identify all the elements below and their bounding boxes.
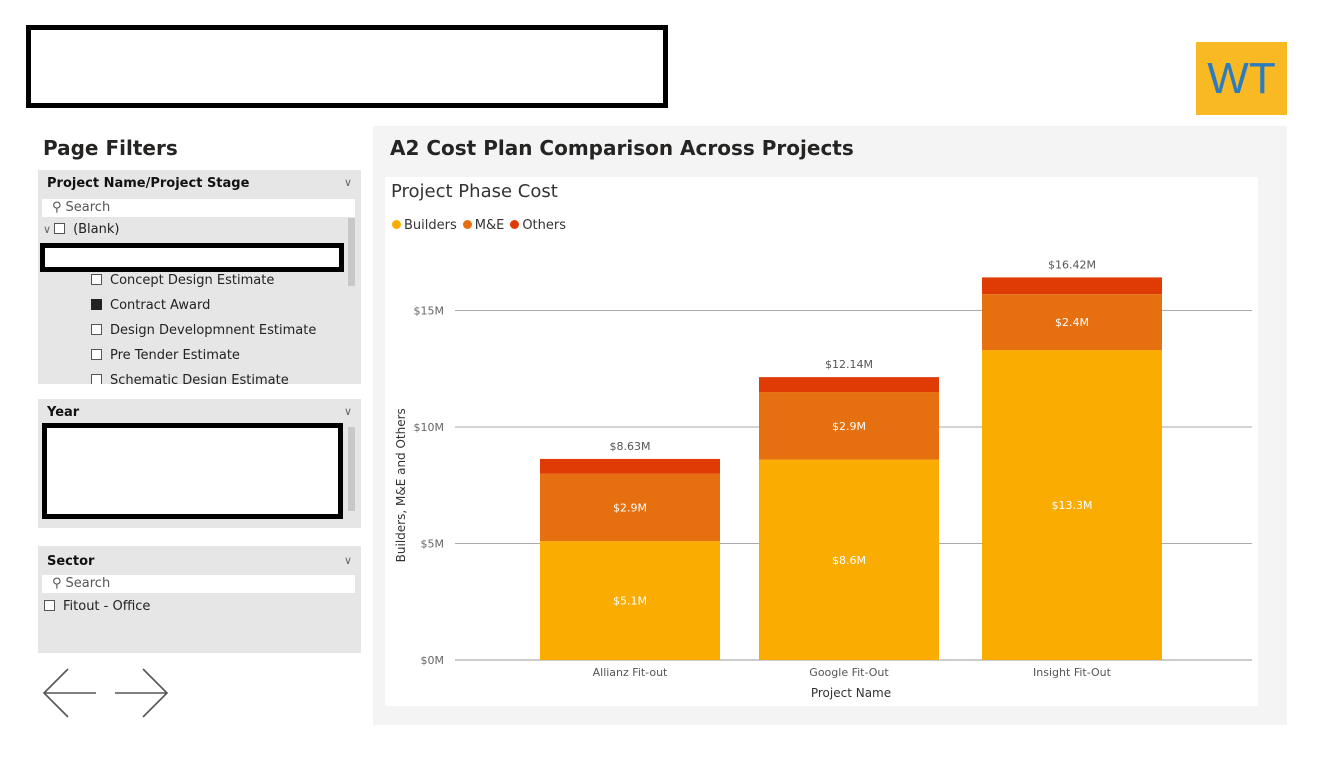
year-slicer-header[interactable]: Year ∨ — [47, 405, 352, 423]
checkbox[interactable] — [91, 374, 102, 384]
option-label: Fitout - Office — [63, 599, 151, 614]
data-label: $13.3M — [1052, 499, 1093, 512]
x-tick-label: Insight Fit-Out — [1033, 666, 1112, 679]
sector-slicer-title: Sector — [47, 554, 95, 569]
chevron-down-icon[interactable]: ∨ — [344, 176, 352, 189]
slicer-option[interactable]: Fitout - Office — [44, 599, 150, 615]
chevron-down-icon[interactable]: ∨ — [43, 223, 51, 236]
bar-segment-others — [759, 377, 939, 393]
y-tick-label: $0M — [421, 654, 445, 667]
year-slicer: Year ∨ — [38, 399, 361, 528]
project-slicer-title: Project Name/Project Stage — [47, 176, 250, 191]
data-label: $5.1M — [613, 595, 647, 608]
checkbox[interactable] — [54, 223, 66, 234]
chevron-down-icon[interactable]: ∨ — [344, 405, 352, 418]
option-label: Pre Tender Estimate — [110, 348, 240, 363]
year-slicer-title: Year — [47, 405, 80, 420]
checkbox[interactable] — [44, 600, 55, 611]
redacted-year-list — [42, 423, 343, 519]
bar-segment-others — [982, 277, 1162, 295]
scrollbar[interactable] — [348, 218, 355, 286]
search-icon: ⚲ — [52, 576, 62, 591]
project-search-input[interactable]: ⚲ Search — [42, 199, 355, 217]
x-axis-title: Project Name — [811, 686, 891, 700]
search-placeholder: Search — [65, 200, 111, 215]
blank-option[interactable]: ∨ (Blank) — [43, 222, 119, 238]
slicer-option[interactable]: Schematic Design Estimate — [91, 373, 289, 384]
company-logo: WT — [1196, 42, 1287, 115]
checkbox[interactable] — [91, 349, 102, 360]
checkbox[interactable] — [91, 324, 102, 335]
sector-slicer: Sector ∨ ⚲ Search Fitout - Office — [38, 546, 361, 653]
search-placeholder: Search — [65, 576, 111, 591]
x-tick-label: Allianz Fit-out — [593, 666, 668, 679]
data-label: $2.4M — [1055, 316, 1089, 329]
total-label: $8.63M — [610, 440, 651, 453]
option-label: (Blank) — [73, 222, 120, 237]
redacted-project-name — [40, 243, 344, 272]
checkbox[interactable] — [91, 299, 102, 310]
page-filters-title: Page Filters — [43, 136, 178, 160]
project-slicer-header[interactable]: Project Name/Project Stage ∨ — [47, 176, 352, 194]
scrollbar[interactable] — [348, 427, 355, 511]
slicer-option[interactable]: Contract Award — [91, 298, 210, 314]
y-tick-label: $10M — [414, 421, 445, 434]
sector-search-input[interactable]: ⚲ Search — [42, 575, 355, 593]
total-label: $12.14M — [825, 358, 873, 371]
checkbox[interactable] — [91, 274, 102, 285]
option-label: Concept Design Estimate — [110, 273, 275, 288]
sector-slicer-header[interactable]: Sector ∨ — [47, 554, 352, 572]
option-label: Schematic Design Estimate — [110, 373, 289, 384]
data-label: $8.6M — [832, 554, 866, 567]
total-label: $16.42M — [1048, 258, 1096, 271]
search-icon: ⚲ — [52, 200, 62, 215]
data-label: $2.9M — [832, 420, 866, 433]
option-label: Design Developmnent Estimate — [110, 323, 317, 338]
project-slicer: Project Name/Project Stage ∨ ⚲ Search ∨ (B… — [38, 170, 361, 384]
arrow-right-icon[interactable] — [113, 667, 169, 719]
y-tick-label: $15M — [414, 305, 445, 318]
slicer-option[interactable]: Pre Tender Estimate — [91, 348, 240, 364]
option-label: Contract Award — [110, 298, 211, 313]
slicer-option[interactable]: Concept Design Estimate — [91, 273, 274, 289]
arrow-left-icon[interactable] — [42, 667, 98, 719]
slicer-option[interactable]: Design Developmnent Estimate — [91, 323, 316, 339]
stacked-bar-chart: $0M $5M $10M $15M Builders, M&E and Others $5… — [394, 258, 1252, 700]
x-tick-label: Google Fit-Out — [809, 666, 889, 679]
redacted-title-block — [26, 25, 668, 108]
main-title: A2 Cost Plan Comparison Across Projects — [390, 136, 854, 160]
bar-segment-others — [540, 458, 720, 474]
chevron-down-icon[interactable]: ∨ — [344, 554, 352, 567]
y-tick-label: $5M — [421, 538, 445, 551]
data-label: $2.9M — [613, 501, 647, 514]
y-axis-title: Builders, M&E and Others — [394, 408, 408, 562]
